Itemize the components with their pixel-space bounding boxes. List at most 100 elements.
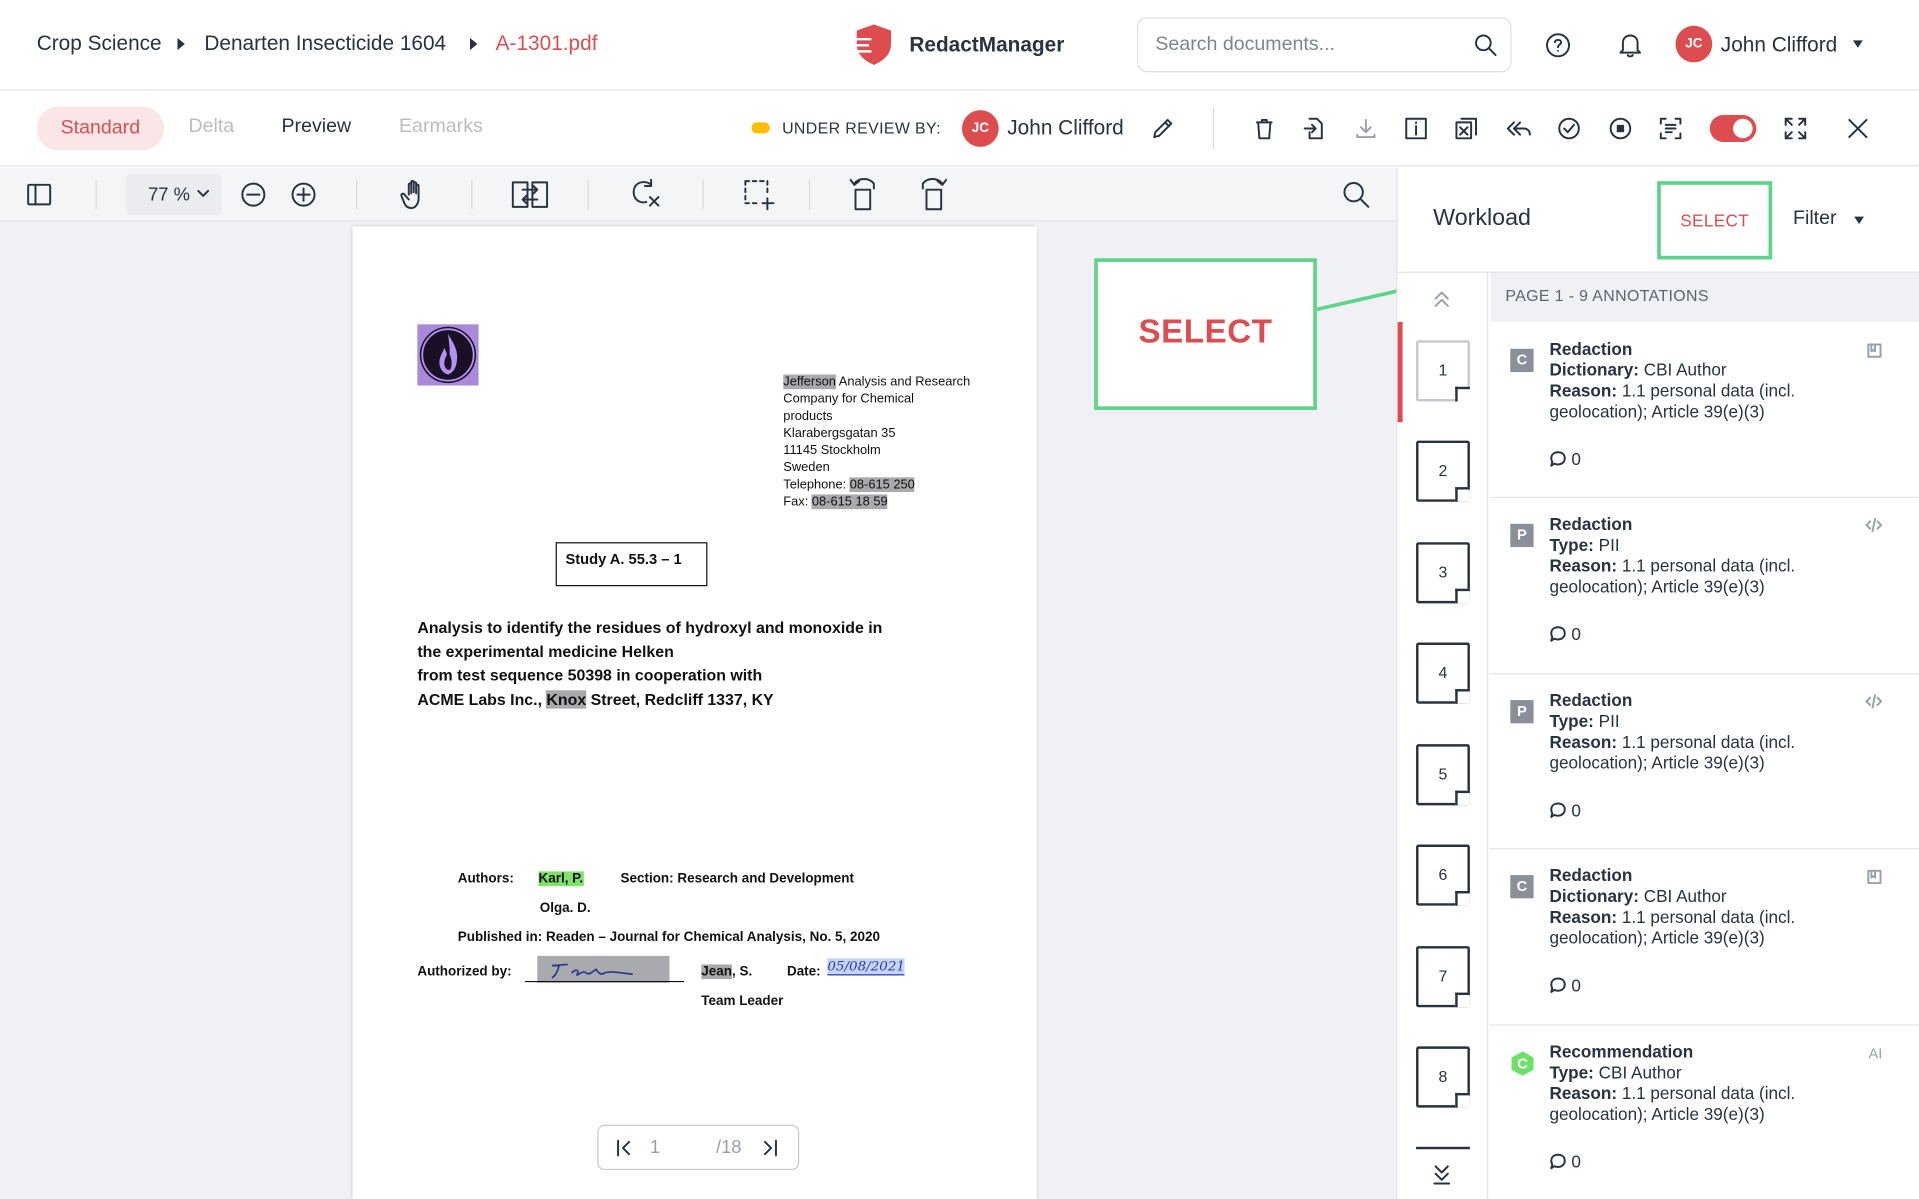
comments-count[interactable]: 0 xyxy=(1549,449,1581,469)
comments-count[interactable]: 0 xyxy=(1549,1151,1581,1172)
comments-count[interactable]: 0 xyxy=(1549,800,1581,820)
address-line: Company for Chemical xyxy=(783,391,915,407)
page-thumbnail-8[interactable]: 8 xyxy=(1416,1046,1470,1108)
title-line: the experimental medicine Helken xyxy=(417,641,674,661)
edit-reviewer-icon[interactable] xyxy=(1150,116,1174,140)
tab-preview[interactable]: Preview xyxy=(281,116,351,138)
approve-icon[interactable] xyxy=(1557,116,1581,140)
search-box[interactable] xyxy=(1137,17,1512,73)
tab-standard[interactable]: Standard xyxy=(36,106,165,151)
annotation-type-badge: C xyxy=(1510,348,1534,373)
status-dot xyxy=(751,122,770,134)
annotation-type-badge: P xyxy=(1510,700,1534,724)
recommendation-badge: C xyxy=(1509,1050,1536,1077)
breadcrumb-dossier[interactable]: Denarten Insecticide 1604 xyxy=(204,32,446,56)
pan-hand-icon[interactable] xyxy=(400,179,429,211)
search-document-icon[interactable] xyxy=(1341,180,1370,209)
compare-icon[interactable] xyxy=(510,180,549,209)
annotation-reason-label: Reason: xyxy=(1549,1083,1618,1103)
toggle-switch[interactable] xyxy=(1709,115,1757,142)
redacted-text[interactable]: 08-615 250 xyxy=(849,477,915,493)
address-line: products xyxy=(783,408,833,424)
top-header: Crop Science Denarten Insecticide 1604 A… xyxy=(0,0,1919,91)
download-icon[interactable] xyxy=(1354,116,1378,140)
role-text: Team Leader xyxy=(701,993,784,1009)
redacted-text[interactable]: 08-615 18 59 xyxy=(811,494,888,510)
comments-count-value: 0 xyxy=(1571,975,1581,996)
action-bar: Standard Delta Preview Earmarks UNDER RE… xyxy=(0,91,1919,167)
date-value[interactable]: 05/08/2021 xyxy=(827,958,905,976)
redacted-text[interactable]: Jefferson xyxy=(783,374,836,390)
rotate-right-icon[interactable] xyxy=(915,174,948,213)
area-select-icon[interactable] xyxy=(743,179,777,211)
breadcrumb-crop-science[interactable]: Crop Science xyxy=(37,32,162,56)
author-name: Olga. D. xyxy=(539,900,591,916)
import-icon[interactable] xyxy=(1302,116,1326,140)
info-icon[interactable] xyxy=(1404,116,1428,140)
annotation-field-value: CBI Author xyxy=(1643,886,1727,906)
user-menu-caret-icon[interactable] xyxy=(1852,40,1863,48)
page-thumbnail-1[interactable]: 1 xyxy=(1416,340,1470,402)
exclude-pages-icon[interactable] xyxy=(1454,116,1478,140)
last-page-icon[interactable] xyxy=(761,1138,778,1158)
page-thumbnail-7[interactable]: 7 xyxy=(1416,946,1470,1008)
tab-delta[interactable]: Delta xyxy=(188,116,234,138)
rotate-left-icon[interactable] xyxy=(849,174,881,213)
delete-icon[interactable] xyxy=(1252,116,1276,140)
page-navigator: 1 /18 xyxy=(597,1124,800,1171)
annotation-card[interactable]: C Redaction Dictionary: CBI Author Reaso… xyxy=(1489,323,1919,499)
dictionary-icon xyxy=(1866,343,1882,359)
annotation-field-label: Type: xyxy=(1549,534,1594,555)
page-thumbnail-6[interactable]: 6 xyxy=(1416,844,1470,906)
annotation-card[interactable]: C Redaction Dictionary: CBI Author Reaso… xyxy=(1489,849,1919,1026)
filter-button[interactable]: Filter xyxy=(1793,208,1837,230)
page-number-input[interactable]: 1 xyxy=(650,1137,660,1158)
address-line: Klarabergsgatan 35 xyxy=(783,425,896,441)
breadcrumb-file[interactable]: A-1301.pdf xyxy=(496,32,598,56)
annotation-field-value: CBI Author xyxy=(1643,359,1727,380)
divider xyxy=(471,179,473,210)
signature-redacted[interactable] xyxy=(525,955,685,983)
page-thumbnail-2[interactable]: 2 xyxy=(1416,440,1470,502)
comments-count[interactable]: 0 xyxy=(1549,624,1581,644)
user-name[interactable]: John Clifford xyxy=(1721,33,1837,57)
annotation-card[interactable]: C Recommendation Type: CBI Author Reason… xyxy=(1489,1025,1919,1199)
zoom-select[interactable]: 77 % xyxy=(126,173,222,216)
ocr-icon[interactable] xyxy=(1658,116,1682,140)
annotation-title: Recommendation xyxy=(1549,1041,1694,1062)
undo-all-icon[interactable] xyxy=(1505,116,1532,140)
search-icon[interactable] xyxy=(1474,33,1498,57)
breadcrumb-separator-icon xyxy=(469,37,478,51)
annotation-card[interactable]: P Redaction Type: PII Reason: 1.1 person… xyxy=(1489,674,1919,850)
avatar[interactable]: JC xyxy=(1675,25,1713,63)
sidebar-toggle-icon[interactable] xyxy=(26,181,53,208)
workload-title: Workload xyxy=(1433,205,1531,232)
company-logo xyxy=(417,324,479,386)
comments-count-value: 0 xyxy=(1571,1151,1581,1172)
search-input[interactable] xyxy=(1155,30,1462,60)
comments-count-value: 0 xyxy=(1571,449,1581,469)
scroll-bottom-icon[interactable] xyxy=(1430,1163,1454,1185)
fullscreen-icon[interactable] xyxy=(1783,116,1807,140)
redacted-text[interactable]: Knox xyxy=(546,690,587,709)
page-thumbnail-4[interactable]: 4 xyxy=(1416,642,1470,704)
stop-icon[interactable] xyxy=(1608,116,1632,140)
bell-icon[interactable] xyxy=(1618,32,1642,59)
page-thumbnail-5[interactable]: 5 xyxy=(1416,744,1470,806)
select-button[interactable]: SELECT xyxy=(1657,181,1773,260)
recommendation-text[interactable]: Karl, P. xyxy=(538,871,584,887)
annotation-card[interactable]: P Redaction Type: PII Reason: 1.1 person… xyxy=(1489,498,1919,675)
first-page-icon[interactable] xyxy=(616,1138,633,1158)
filter-caret-icon[interactable] xyxy=(1854,216,1864,224)
scroll-top-icon[interactable] xyxy=(1430,289,1454,309)
close-icon[interactable] xyxy=(1846,116,1870,140)
annotation-title: Redaction xyxy=(1549,865,1633,885)
reset-annotations-icon[interactable] xyxy=(628,178,665,211)
zoom-out-icon[interactable] xyxy=(240,181,267,208)
comments-count[interactable]: 0 xyxy=(1549,975,1581,996)
zoom-in-icon[interactable] xyxy=(290,181,317,208)
help-icon[interactable] xyxy=(1545,32,1572,59)
tab-earmarks[interactable]: Earmarks xyxy=(399,116,483,138)
redacted-text[interactable]: Jean xyxy=(701,964,732,980)
page-thumbnail-3[interactable]: 3 xyxy=(1416,542,1470,604)
